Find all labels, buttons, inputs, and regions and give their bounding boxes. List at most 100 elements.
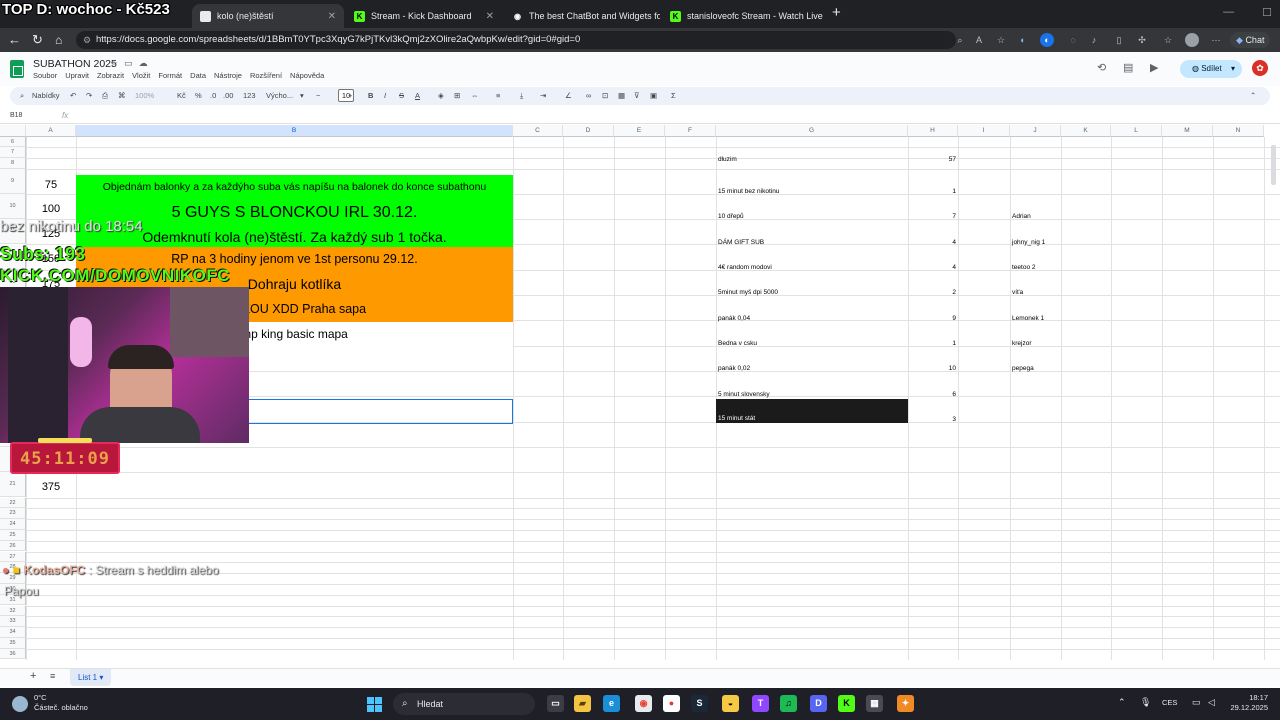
name-cell[interactable]: Adrian — [1012, 213, 1031, 220]
column-header[interactable]: C — [513, 125, 563, 137]
share-button[interactable]: ◍ Sdílet ▾ — [1180, 60, 1242, 78]
row-header[interactable]: 8 — [0, 157, 26, 169]
collapse-menu-icon[interactable]: ⌃ — [1250, 90, 1256, 102]
menu-format[interactable]: Formát — [158, 71, 182, 80]
list-item-value[interactable]: 1 — [908, 188, 958, 195]
browser-tab-kick-stream[interactable]: K stanisloveofc Stream - Watch Live ✕ — [662, 4, 824, 28]
weather-widget[interactable]: 0°C Částeč. oblačno — [34, 693, 88, 713]
text-wrap-icon[interactable]: ⇥ — [540, 90, 546, 102]
list-item-value[interactable]: 57 — [908, 156, 958, 163]
minimize-icon[interactable]: — — [1223, 6, 1234, 19]
zoom-select[interactable]: 100% — [135, 90, 154, 102]
reload-icon[interactable]: ↻ — [32, 32, 43, 48]
vertical-align-icon[interactable]: ⤓ — [520, 90, 523, 102]
cell-a[interactable]: 375 — [26, 481, 76, 493]
star-icon[interactable]: ☆ — [110, 58, 118, 69]
edge-icon[interactable]: e — [603, 695, 620, 712]
row-header[interactable]: 27 — [0, 551, 26, 563]
file-explorer-icon[interactable]: ▰ — [574, 695, 591, 712]
list-item-label[interactable]: 4€ random modovi — [718, 264, 772, 271]
favorites-icon[interactable]: ☆ — [1161, 33, 1175, 47]
chrome-icon[interactable]: ◉ — [635, 695, 652, 712]
column-header[interactable]: F — [665, 125, 716, 137]
spotify-icon[interactable]: ♫ — [780, 695, 797, 712]
undo-icon[interactable]: ↶ — [70, 90, 76, 102]
site-info-icon[interactable]: ⚙ — [83, 31, 91, 49]
decrease-decimals[interactable]: .0 — [210, 90, 216, 102]
cell-a[interactable]: 75 — [26, 179, 76, 191]
favorite-star-icon[interactable]: ☆ — [994, 33, 1008, 47]
list-item-label[interactable]: 15 minut bez nikotinu — [718, 188, 779, 195]
vpn-extension-icon[interactable]: ◐ — [1040, 33, 1054, 47]
twitch-icon[interactable]: T — [752, 695, 769, 712]
menu-help[interactable]: Nápověda — [290, 71, 324, 80]
volume-icon[interactable]: ◁ — [1208, 697, 1215, 708]
insert-link-icon[interactable]: ∞ — [586, 90, 591, 102]
insert-comment-icon[interactable]: ⊡ — [602, 90, 608, 102]
cloud-status-icon[interactable]: ☁ — [139, 58, 148, 69]
maximize-icon[interactable]: ☐ — [1262, 6, 1272, 19]
network-icon[interactable]: ▭ — [1192, 697, 1201, 708]
comments-icon[interactable]: ▤ — [1123, 61, 1133, 74]
list-item-label[interactable]: panák 0,04 — [718, 315, 750, 322]
column-header[interactable]: H — [908, 125, 958, 137]
italic-button[interactable]: I — [384, 90, 386, 102]
tiktok-extension-icon[interactable]: ♪ — [1087, 33, 1101, 47]
name-cell[interactable]: johny_nig 1 — [1012, 239, 1045, 246]
increase-decimals[interactable]: .00 — [223, 90, 233, 102]
account-avatar[interactable]: ✿ — [1252, 60, 1268, 76]
read-aloud-icon[interactable]: A — [972, 33, 986, 47]
browser-tab-kick-dashboard[interactable]: K Stream - Kick Dashboard ✕ — [346, 4, 502, 28]
column-header[interactable]: D — [563, 125, 614, 137]
insert-chart-icon[interactable]: ▦ — [618, 90, 625, 102]
more-menu-icon[interactable]: ⋯ — [1209, 33, 1223, 47]
tray-chevron-icon[interactable]: ⌃ — [1118, 697, 1126, 708]
kick-app-icon[interactable]: K — [838, 695, 855, 712]
sheets-logo-icon[interactable] — [10, 60, 24, 78]
bold-button[interactable]: B — [368, 90, 373, 102]
list-item-value[interactable]: 9 — [908, 315, 958, 322]
menu-insert[interactable]: Vložit — [132, 71, 150, 80]
microphone-icon[interactable]: 🎙 — [1140, 697, 1151, 708]
functions-button[interactable]: Σ — [671, 90, 676, 102]
list-item-label[interactable]: DÁM GIFT SUB — [718, 239, 764, 246]
list-item-value[interactable]: 4 — [908, 239, 958, 246]
name-cell[interactable]: pepega — [1012, 365, 1034, 372]
currency-format[interactable]: Kč — [177, 90, 186, 102]
merge-cells-icon[interactable]: ⇔ — [471, 90, 479, 102]
list-item-label[interactable]: panák 0,02 — [718, 365, 750, 372]
column-header[interactable]: L — [1111, 125, 1162, 137]
row-header[interactable]: 23 — [0, 508, 26, 520]
borders-icon[interactable]: ⊞ — [454, 90, 460, 102]
menu-view[interactable]: Zobrazit — [97, 71, 124, 80]
name-box[interactable]: B18 — [10, 112, 22, 119]
menu-data[interactable]: Data — [190, 71, 206, 80]
column-header[interactable]: J — [1010, 125, 1061, 137]
column-header[interactable]: G — [716, 125, 908, 137]
url-field[interactable]: ⚙ https://docs.google.com/spreadsheets/d… — [76, 31, 956, 49]
row-header[interactable]: 26 — [0, 540, 26, 552]
sheet-tab[interactable]: List 1 ▾ — [70, 669, 112, 686]
menu-tools[interactable]: Nástroje — [214, 71, 242, 80]
app-icon[interactable]: ◒ — [722, 695, 739, 712]
list-item-value[interactable]: 1 — [908, 340, 958, 347]
filter-views-icon[interactable]: ▣ — [650, 90, 657, 102]
number-format[interactable]: 123 — [243, 90, 256, 102]
list-item-value[interactable]: 10 — [908, 365, 958, 372]
split-screen-icon[interactable]: ▯ — [1112, 33, 1126, 47]
list-item-label[interactable]: 5 minut slovensky — [718, 391, 770, 398]
row-header[interactable]: 36 — [0, 648, 26, 660]
copilot-chat-button[interactable]: ◆ Chat — [1230, 32, 1271, 48]
column-header[interactable]: B — [76, 125, 513, 137]
calculator-icon[interactable]: ▦ — [866, 695, 883, 712]
steam-icon[interactable]: S — [691, 695, 708, 712]
column-header[interactable]: N — [1213, 125, 1264, 137]
column-header[interactable]: M — [1162, 125, 1213, 137]
close-tab-icon[interactable]: ✕ — [486, 11, 494, 22]
row-header[interactable]: 34 — [0, 627, 26, 638]
font-chevron-icon[interactable]: ▾ — [300, 90, 304, 102]
row-header[interactable]: 9 — [0, 168, 26, 194]
all-sheets-icon[interactable]: ≡ — [50, 671, 55, 681]
browser-tab-active[interactable]: kolo (ne)štěstí ✕ — [192, 4, 344, 28]
list-item-value[interactable]: 4 — [908, 264, 958, 271]
